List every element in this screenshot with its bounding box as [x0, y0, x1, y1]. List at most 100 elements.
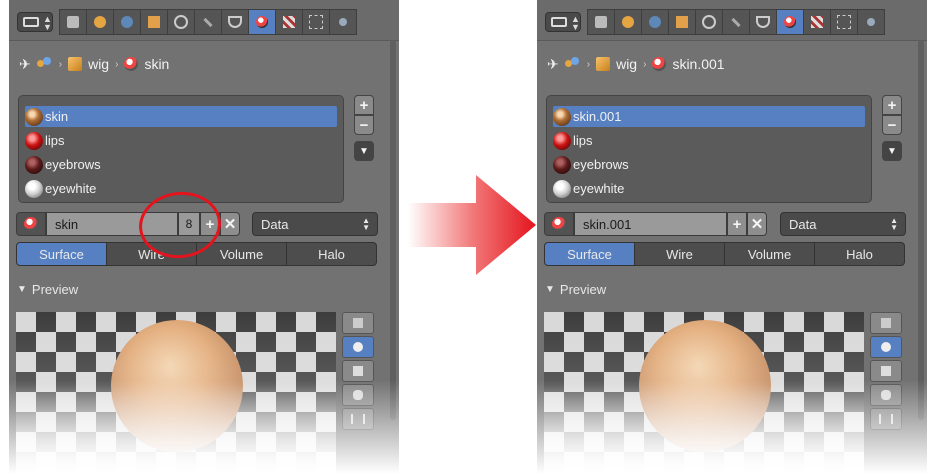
pin-icon[interactable]: ✈	[19, 56, 31, 73]
unlink-material-button[interactable]: ✕	[747, 212, 767, 236]
constraints-tab[interactable]	[695, 9, 723, 35]
material-name: skin	[45, 109, 69, 124]
updown-icon: ▲ ▼	[43, 14, 52, 32]
browse-material-button[interactable]	[16, 212, 46, 236]
tab-halo[interactable]: Halo	[286, 242, 377, 266]
material-slot-list: skin.001 lips eyebrows eyewhite	[546, 95, 872, 203]
preview-cube-button[interactable]	[870, 360, 902, 382]
tab-halo[interactable]: Halo	[814, 242, 905, 266]
list-item[interactable]: eyewhite	[25, 178, 337, 199]
list-item[interactable]: eyebrows	[553, 154, 865, 175]
material-tab[interactable]	[248, 9, 276, 35]
material-ball-icon	[553, 179, 571, 198]
material-datablock: skin 8 + ✕	[16, 212, 240, 236]
modifiers-tab[interactable]	[722, 9, 750, 35]
material-ball-icon	[25, 155, 43, 174]
preview-type-buttons	[342, 312, 374, 432]
data-tab[interactable]	[749, 9, 777, 35]
preview-sphere-button[interactable]	[870, 336, 902, 358]
panel-scrollbar[interactable]	[918, 40, 924, 420]
material-name: eyewhite	[573, 181, 625, 196]
add-slot-button[interactable]: +	[354, 95, 374, 115]
material-type-tabs: Surface Wire Volume Halo	[544, 242, 905, 266]
list-item[interactable]: skin.001	[553, 106, 865, 127]
list-item[interactable]: lips	[553, 130, 865, 151]
modifiers-tab[interactable]	[194, 9, 222, 35]
material-slot-list: skin lips eyebrows eyewhite	[18, 95, 344, 203]
editor-type-button[interactable]: ▲ ▼	[545, 12, 581, 32]
slot-specials-button[interactable]: ▼	[882, 141, 902, 161]
new-material-button[interactable]: +	[727, 212, 747, 236]
link-select[interactable]: Data ▲ ▼	[252, 212, 378, 236]
updown-icon: ▲ ▼	[362, 216, 370, 232]
material-ball-icon	[25, 107, 43, 126]
editor-type-button[interactable]: ▲ ▼	[17, 12, 53, 32]
texture-tab[interactable]	[275, 9, 303, 35]
collapse-triangle-icon: ▼	[545, 284, 555, 295]
preview-hair-button[interactable]	[870, 408, 902, 430]
tab-wire[interactable]: Wire	[106, 242, 197, 266]
new-material-button[interactable]: +	[200, 212, 220, 236]
browse-material-button[interactable]	[544, 212, 574, 236]
slot-specials-button[interactable]: ▼	[354, 141, 374, 161]
material-name-field[interactable]: skin.001	[574, 212, 727, 236]
list-item[interactable]: skin	[25, 106, 337, 127]
tab-volume[interactable]: Volume	[196, 242, 287, 266]
material-preview	[16, 312, 336, 474]
material-tab[interactable]	[776, 9, 804, 35]
constraints-tab[interactable]	[167, 9, 195, 35]
particles-tab[interactable]	[302, 9, 330, 35]
panel-scrollbar[interactable]	[390, 40, 396, 420]
preview-flat-button[interactable]	[342, 312, 374, 334]
pin-icon[interactable]: ✈	[547, 56, 559, 73]
material-ball-icon	[553, 131, 571, 150]
object-cube-icon	[596, 57, 611, 71]
unlink-material-button[interactable]: ✕	[220, 212, 240, 236]
scene-tab[interactable]	[86, 9, 114, 35]
add-slot-button[interactable]: +	[882, 95, 902, 115]
render-tab[interactable]	[59, 9, 87, 35]
material-ball-icon	[25, 179, 43, 198]
physics-tab[interactable]	[857, 9, 885, 35]
list-item[interactable]: lips	[25, 130, 337, 151]
world-tab[interactable]	[113, 9, 141, 35]
object-tab[interactable]	[140, 9, 168, 35]
preview-panel-header[interactable]: ▼ Preview	[17, 282, 78, 297]
context-tabstrip	[587, 9, 885, 35]
physics-tab[interactable]	[329, 9, 357, 35]
object-tab[interactable]	[668, 9, 696, 35]
tab-volume[interactable]: Volume	[724, 242, 815, 266]
remove-slot-button[interactable]: −	[882, 115, 902, 135]
preview-monkey-button[interactable]	[870, 384, 902, 406]
chevron-right-icon: ›	[115, 58, 119, 70]
breadcrumb: ✈ › wig › skin	[19, 54, 169, 74]
render-tab[interactable]	[587, 9, 615, 35]
user-count[interactable]: 8	[178, 212, 200, 236]
world-tab[interactable]	[641, 9, 669, 35]
preview-flat-button[interactable]	[870, 312, 902, 334]
slot-buttons: + − ▼	[354, 95, 376, 161]
material-icon	[24, 217, 38, 231]
breadcrumb-object: wig	[616, 56, 638, 72]
list-item[interactable]: eyewhite	[553, 178, 865, 199]
editor-type-icon	[551, 17, 567, 27]
list-item[interactable]: eyebrows	[25, 154, 337, 175]
preview-cube-button[interactable]	[342, 360, 374, 382]
preview-monkey-button[interactable]	[342, 384, 374, 406]
preview-hair-button[interactable]	[342, 408, 374, 430]
link-select[interactable]: Data ▲ ▼	[780, 212, 906, 236]
tab-wire[interactable]: Wire	[634, 242, 725, 266]
preview-sphere-button[interactable]	[342, 336, 374, 358]
material-preview	[544, 312, 864, 474]
tab-surface[interactable]: Surface	[16, 242, 107, 266]
remove-slot-button[interactable]: −	[354, 115, 374, 135]
particles-tab[interactable]	[830, 9, 858, 35]
material-name-field[interactable]: skin	[46, 212, 178, 236]
collapse-triangle-icon: ▼	[17, 284, 27, 295]
data-tab[interactable]	[221, 9, 249, 35]
texture-tab[interactable]	[803, 9, 831, 35]
preview-panel-header[interactable]: ▼ Preview	[545, 282, 606, 297]
slot-buttons: + − ▼	[882, 95, 904, 161]
scene-tab[interactable]	[614, 9, 642, 35]
tab-surface[interactable]: Surface	[544, 242, 635, 266]
